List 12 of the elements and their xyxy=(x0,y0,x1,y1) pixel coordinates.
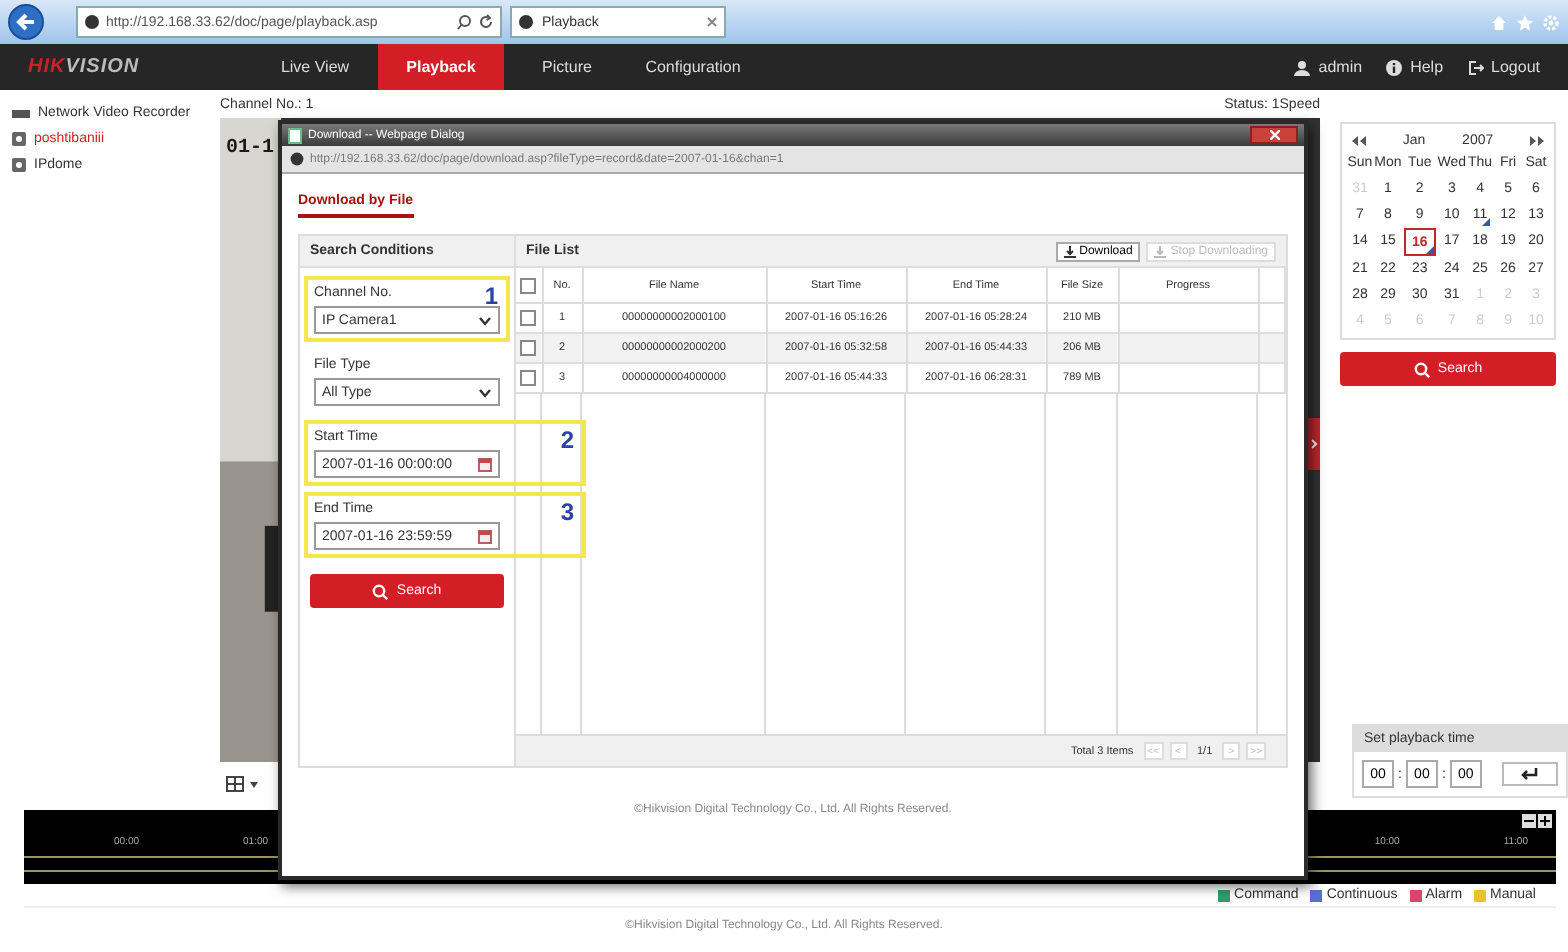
nav-tab[interactable]: Live View xyxy=(252,44,378,90)
step-number: 3 xyxy=(560,498,574,526)
logout-link[interactable]: Logout xyxy=(1491,58,1540,76)
help-link[interactable]: Help xyxy=(1410,58,1444,76)
step-number: 2 xyxy=(560,426,574,454)
nav-tab[interactable]: Picture xyxy=(504,44,630,90)
nav-tab[interactable]: Playback xyxy=(378,44,504,90)
brand-logo: HIKVISION xyxy=(26,54,142,82)
video-timestamp: 01-1 xyxy=(226,138,275,160)
user-link[interactable]: admin xyxy=(1318,58,1363,76)
nav-tab[interactable]: Configuration xyxy=(630,44,756,90)
step-number: 1 xyxy=(484,282,498,310)
